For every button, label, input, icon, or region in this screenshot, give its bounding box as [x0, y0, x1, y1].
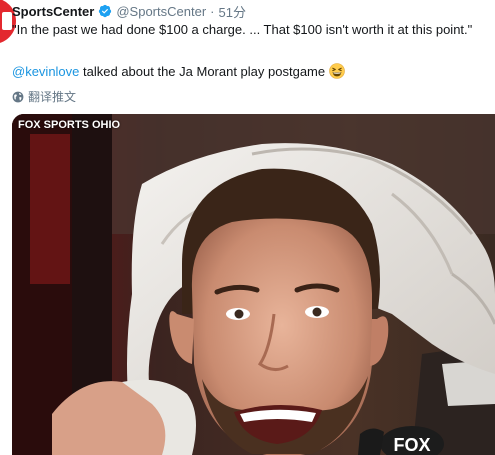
tweet-text-body: @kevinlove talked about the Ja Morant pl…	[12, 63, 345, 79]
timestamp[interactable]: 51分	[219, 2, 246, 21]
tweet-text-quote: "In the past we had done $100 a charge. …	[12, 22, 473, 37]
verified-badge-icon	[99, 4, 112, 18]
display-name[interactable]: SportsCenter	[12, 4, 94, 19]
video-player[interactable]: FOX FOX SPORTS OHIO	[12, 114, 495, 455]
video-frame: FOX	[12, 114, 495, 455]
globe-icon	[12, 91, 24, 102]
broadcast-watermark: FOX SPORTS OHIO	[18, 119, 121, 131]
mention-link[interactable]: @kevinlove	[12, 64, 79, 79]
tweet: SportsCenter @SportsCenter · 51分 "In the…	[0, 0, 495, 455]
handle[interactable]: @SportsCenter	[116, 4, 206, 19]
translate-tweet-button[interactable]: 翻译推文	[12, 88, 76, 105]
tweet-header: SportsCenter @SportsCenter · 51分	[12, 2, 246, 20]
translate-label: 翻译推文	[28, 90, 77, 104]
tweet-text-rest: talked about the Ja Morant play postgame	[79, 64, 326, 79]
grinning-squinting-face-icon	[329, 63, 345, 79]
microphone-logo: FOX	[393, 435, 430, 455]
separator: ·	[210, 3, 215, 19]
